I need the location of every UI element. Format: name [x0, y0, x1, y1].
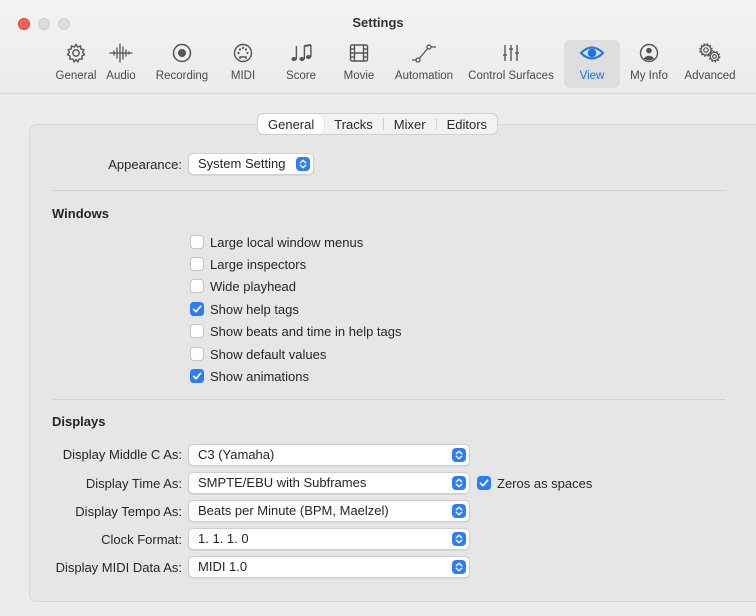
- appearance-label: Appearance:: [108, 157, 182, 172]
- checkbox-wide-playhead[interactable]: Wide playhead: [190, 277, 296, 295]
- popup-value: 1. 1. 1. 0: [198, 531, 249, 546]
- display-midi-data-label: Display MIDI Data As:: [55, 560, 182, 575]
- sliders-icon: [464, 42, 558, 70]
- gears-icon: [680, 42, 740, 70]
- checkbox[interactable]: [190, 235, 204, 249]
- display-midi-data-popup[interactable]: MIDI 1.0: [188, 556, 470, 578]
- windows-section-title: Windows: [52, 206, 109, 221]
- checkbox[interactable]: [190, 369, 204, 383]
- toolbar-item-score[interactable]: Score: [280, 40, 322, 88]
- popup-value: SMPTE/EBU with Subframes: [198, 475, 367, 490]
- popup-stepper-icon: [452, 476, 466, 490]
- checkbox[interactable]: [190, 257, 204, 271]
- popup-stepper-icon: [452, 532, 466, 546]
- display-time-label: Display Time As:: [85, 476, 182, 491]
- tab-editors[interactable]: Editors: [437, 114, 497, 134]
- film-icon: [338, 42, 380, 70]
- view-tabs: General Tracks Mixer Editors: [257, 113, 499, 135]
- music-notes-icon: [280, 42, 322, 70]
- checkbox-show-default-values[interactable]: Show default values: [190, 345, 326, 363]
- toolbar-item-control-surfaces[interactable]: Control Surfaces: [464, 40, 558, 88]
- tab-mixer[interactable]: Mixer: [384, 114, 436, 134]
- display-tempo-popup[interactable]: Beats per Minute (BPM, Maelzel): [188, 500, 470, 522]
- waveform-icon: [101, 42, 141, 70]
- divider: [52, 399, 726, 400]
- popup-stepper-icon: [296, 157, 310, 171]
- appearance-value: System Setting: [198, 156, 286, 171]
- checkbox-show-help-tags[interactable]: Show help tags: [190, 300, 299, 318]
- popup-stepper-icon: [452, 504, 466, 518]
- checkbox-zeros-as-spaces[interactable]: Zeros as spaces: [477, 474, 592, 492]
- checkbox[interactable]: [190, 347, 204, 361]
- person-icon: [626, 42, 672, 70]
- toolbar-item-automation[interactable]: Automation: [392, 40, 456, 88]
- gear-icon: [50, 42, 102, 70]
- checkmark-icon: [192, 372, 202, 380]
- clock-format-popup[interactable]: 1. 1. 1. 0: [188, 528, 470, 550]
- toolbar-item-view[interactable]: View: [564, 40, 620, 88]
- record-icon: [150, 42, 214, 70]
- appearance-popup[interactable]: System Setting: [188, 153, 314, 175]
- toolbar-item-movie[interactable]: Movie: [338, 40, 380, 88]
- checkmark-icon: [479, 479, 489, 487]
- checkbox[interactable]: [190, 302, 204, 316]
- popup-stepper-icon: [452, 560, 466, 574]
- toolbar: Settings General Audio Recording MIDI Sc…: [0, 0, 756, 94]
- settings-window: Settings General Audio Recording MIDI Sc…: [0, 0, 756, 616]
- toolbar-item-recording[interactable]: Recording: [150, 40, 214, 88]
- toolbar-item-audio[interactable]: Audio: [101, 40, 141, 88]
- display-tempo-label: Display Tempo As:: [75, 504, 182, 519]
- divider: [52, 190, 726, 191]
- toolbar-item-my-info[interactable]: My Info: [626, 40, 672, 88]
- checkbox-show-animations[interactable]: Show animations: [190, 367, 309, 385]
- toolbar-item-general[interactable]: General: [50, 40, 102, 88]
- midi-port-icon: [222, 42, 264, 70]
- checkbox[interactable]: [190, 279, 204, 293]
- display-middle-c-label: Display Middle C As:: [62, 447, 182, 462]
- checkmark-icon: [192, 305, 202, 313]
- display-time-popup[interactable]: SMPTE/EBU with Subframes: [188, 472, 470, 494]
- tab-general[interactable]: General: [258, 114, 325, 134]
- automation-curve-icon: [392, 42, 456, 70]
- popup-value: C3 (Yamaha): [198, 447, 275, 462]
- display-middle-c-popup[interactable]: C3 (Yamaha): [188, 444, 470, 466]
- clock-format-label: Clock Format:: [101, 532, 182, 547]
- toolbar-item-midi[interactable]: MIDI: [222, 40, 264, 88]
- checkbox[interactable]: [190, 324, 204, 338]
- tab-tracks[interactable]: Tracks: [324, 114, 383, 134]
- checkbox-show-beats-time-help-tags[interactable]: Show beats and time in help tags: [190, 322, 402, 340]
- popup-value: Beats per Minute (BPM, Maelzel): [198, 503, 389, 518]
- displays-section-title: Displays: [52, 414, 106, 429]
- checkbox[interactable]: [477, 476, 491, 490]
- checkbox-large-inspectors[interactable]: Large inspectors: [190, 255, 306, 273]
- checkbox-large-local-window-menus[interactable]: Large local window menus: [190, 233, 363, 251]
- popup-stepper-icon: [452, 448, 466, 462]
- window-title: Settings: [352, 15, 404, 30]
- eye-icon: [564, 42, 620, 70]
- popup-value: MIDI 1.0: [198, 559, 248, 574]
- toolbar-item-advanced[interactable]: Advanced: [680, 40, 740, 88]
